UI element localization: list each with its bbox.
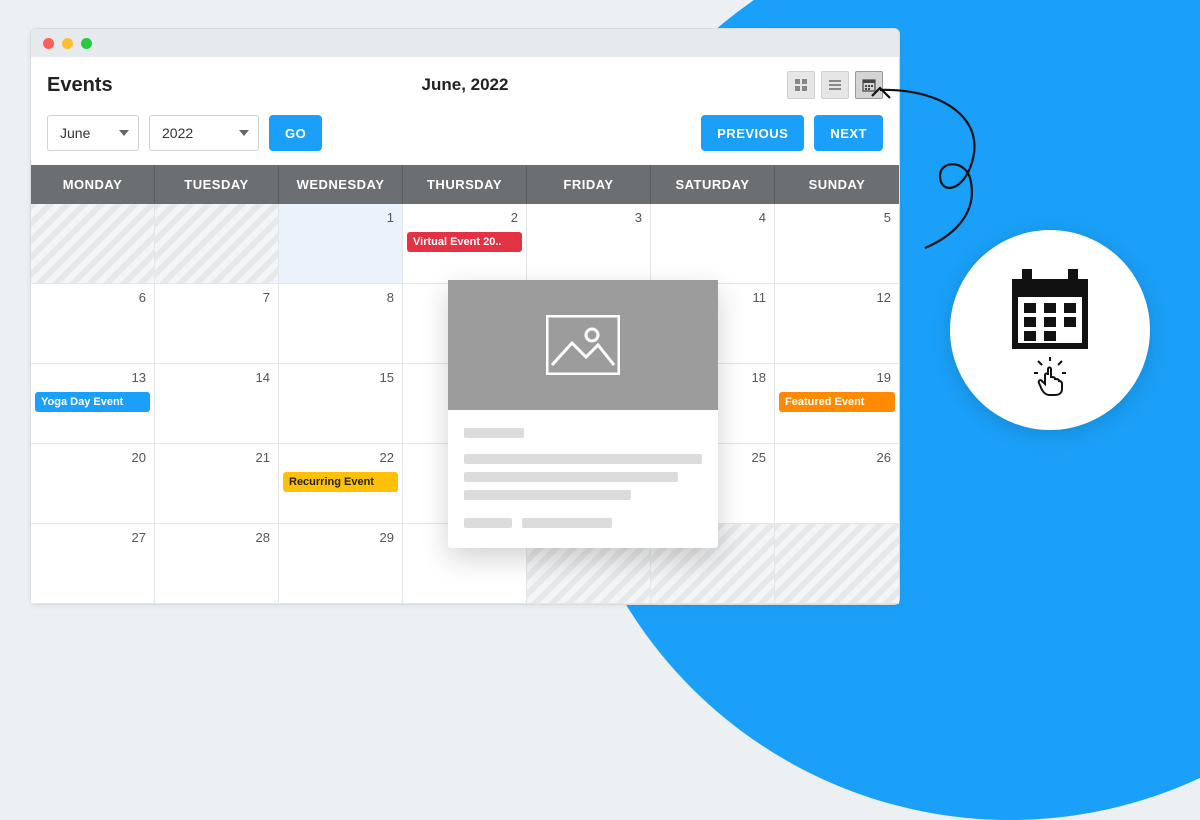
weekday-header: SUNDAY — [775, 165, 899, 204]
event-pill[interactable]: Featured Event — [779, 392, 895, 412]
maximize-icon[interactable] — [81, 38, 92, 49]
day-number: 13 — [132, 370, 146, 385]
next-button[interactable]: NEXT — [814, 115, 883, 151]
popover-image-placeholder — [448, 280, 718, 410]
calendar-cell[interactable]: 28 — [155, 524, 279, 604]
day-number: 1 — [387, 210, 394, 225]
day-number: 19 — [877, 370, 891, 385]
calendar-cell[interactable]: 21 — [155, 444, 279, 524]
skeleton-line — [464, 518, 512, 528]
calendar-icon — [862, 78, 876, 92]
calendar-cell — [775, 524, 899, 604]
minimize-icon[interactable] — [62, 38, 73, 49]
calendar-cell[interactable]: 1 — [279, 204, 403, 284]
calendar-view-button[interactable] — [855, 71, 883, 99]
image-placeholder-icon — [546, 315, 620, 375]
day-number: 2 — [511, 210, 518, 225]
day-number: 26 — [877, 450, 891, 465]
calendar-cell[interactable]: 14 — [155, 364, 279, 444]
skeleton-line — [464, 472, 678, 482]
grid-icon — [794, 78, 808, 92]
calendar-cell — [155, 204, 279, 284]
event-pill[interactable]: Yoga Day Event — [35, 392, 150, 412]
year-select[interactable]: 2022 — [149, 115, 259, 151]
calendar-cell[interactable]: 8 — [279, 284, 403, 364]
window-titlebar — [31, 29, 899, 57]
calendar-cell[interactable]: 5 — [775, 204, 899, 284]
calendar-header: MONDAYTUESDAYWEDNESDAYTHURSDAYFRIDAYSATU… — [31, 165, 899, 204]
day-number: 18 — [752, 370, 766, 385]
calendar-cell[interactable]: 22 Recurring Event — [279, 444, 403, 524]
popover-body — [448, 410, 718, 548]
day-number: 28 — [256, 530, 270, 545]
day-number: 11 — [753, 290, 767, 305]
day-number: 20 — [132, 450, 146, 465]
day-number: 7 — [263, 290, 270, 305]
weekday-header: TUESDAY — [155, 165, 279, 204]
page-title: Events — [47, 74, 113, 97]
day-number: 6 — [139, 290, 146, 305]
weekday-header: THURSDAY — [403, 165, 527, 204]
day-number: 21 — [256, 450, 270, 465]
skeleton-line — [464, 454, 702, 464]
calendar-cell[interactable]: 29 — [279, 524, 403, 604]
event-popover — [448, 280, 718, 548]
weekday-header: FRIDAY — [527, 165, 651, 204]
close-icon[interactable] — [43, 38, 54, 49]
calendar-large-icon — [1000, 261, 1100, 361]
view-toggle — [787, 71, 883, 99]
controls-row: June 2022 GO PREVIOUS NEXT — [31, 105, 899, 165]
list-view-button[interactable] — [821, 71, 849, 99]
tap-hand-icon — [1028, 355, 1072, 399]
list-icon — [828, 78, 842, 92]
calendar-cell[interactable]: 19 Featured Event — [775, 364, 899, 444]
calendar-cell[interactable]: 20 — [31, 444, 155, 524]
calendar-cell[interactable]: 26 — [775, 444, 899, 524]
calendar-cell[interactable]: 6 — [31, 284, 155, 364]
day-number: 25 — [752, 450, 766, 465]
month-select[interactable]: June — [47, 115, 139, 151]
day-number: 22 — [380, 450, 394, 465]
calendar-cell — [31, 204, 155, 284]
event-pill[interactable]: Virtual Event 20.. — [407, 232, 522, 252]
month-title: June, 2022 — [422, 75, 509, 95]
weekday-header: WEDNESDAY — [279, 165, 403, 204]
month-select-wrap: June — [47, 115, 139, 151]
calendar-cell[interactable]: 12 — [775, 284, 899, 364]
go-button[interactable]: GO — [269, 115, 322, 151]
grid-view-button[interactable] — [787, 71, 815, 99]
day-number: 5 — [884, 210, 891, 225]
calendar-cell[interactable]: 2 Virtual Event 20.. — [403, 204, 527, 284]
year-select-wrap: 2022 — [149, 115, 259, 151]
event-pill[interactable]: Recurring Event — [283, 472, 398, 492]
day-number: 14 — [256, 370, 270, 385]
day-number: 8 — [387, 290, 394, 305]
previous-button[interactable]: PREVIOUS — [701, 115, 804, 151]
weekday-header: MONDAY — [31, 165, 155, 204]
header-row: Events June, 2022 — [31, 57, 899, 105]
calendar-cell[interactable]: 27 — [31, 524, 155, 604]
weekday-header: SATURDAY — [651, 165, 775, 204]
skeleton-line — [464, 428, 524, 438]
calendar-cell[interactable]: 15 — [279, 364, 403, 444]
calendar-cell[interactable]: 7 — [155, 284, 279, 364]
day-number: 27 — [132, 530, 146, 545]
skeleton-line — [464, 490, 631, 500]
day-number: 29 — [380, 530, 394, 545]
calendar-callout — [950, 230, 1150, 430]
calendar-cell[interactable]: 13 Yoga Day Event — [31, 364, 155, 444]
day-number: 12 — [877, 290, 891, 305]
nav-buttons: PREVIOUS NEXT — [701, 115, 883, 151]
calendar-cell[interactable]: 3 — [527, 204, 651, 284]
day-number: 3 — [635, 210, 642, 225]
calendar-cell[interactable]: 4 — [651, 204, 775, 284]
day-number: 15 — [380, 370, 394, 385]
skeleton-line — [522, 518, 612, 528]
day-number: 4 — [759, 210, 766, 225]
